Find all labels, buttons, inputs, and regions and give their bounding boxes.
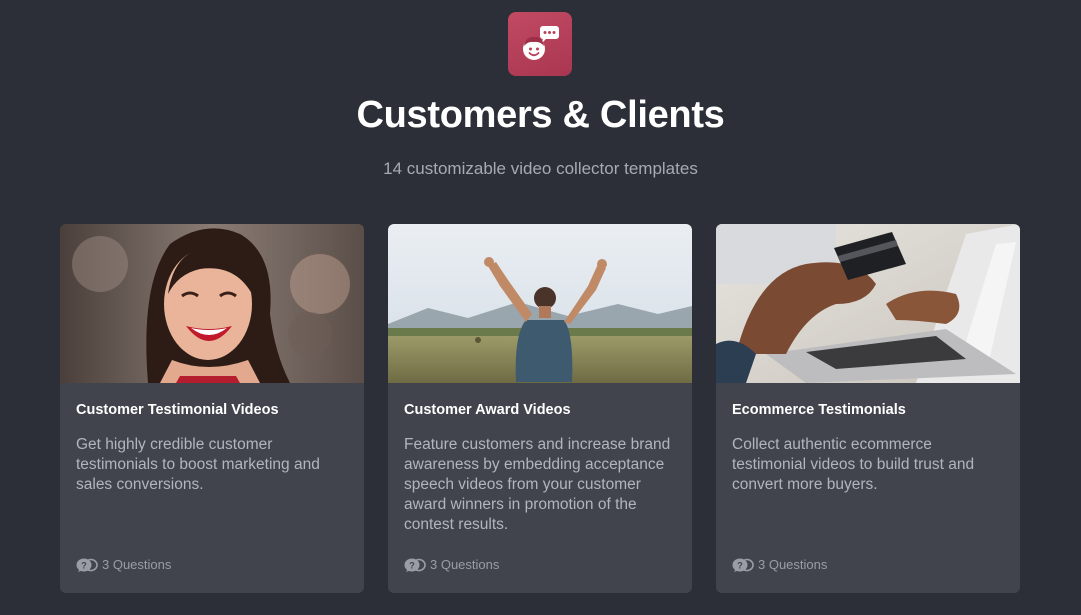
card-description: Feature customers and increase brand awa… bbox=[404, 436, 671, 533]
svg-text:?: ? bbox=[409, 560, 415, 570]
questions-icon: ? bbox=[732, 558, 754, 572]
svg-text:?: ? bbox=[737, 560, 743, 570]
questions-label: 3 Questions bbox=[758, 557, 828, 572]
credit-card-laptop-photo bbox=[716, 224, 1020, 383]
page-subtitle: 14 customizable video collector template… bbox=[383, 159, 698, 178]
templates-page: Customers & Clients 14 customizable vide… bbox=[0, 0, 1081, 615]
template-card-customer-testimonial[interactable]: Customer Testimonial Videos Get highly c… bbox=[60, 224, 364, 593]
template-card-ecommerce-testimonials[interactable]: Ecommerce Testimonials Collect authentic… bbox=[716, 224, 1020, 593]
card-question-count: ? 3 Questions bbox=[404, 557, 499, 572]
questions-icon: ? bbox=[404, 558, 426, 572]
questions-label: 3 Questions bbox=[102, 557, 172, 572]
card-description: Get highly credible customer testimonial… bbox=[76, 436, 320, 493]
card-question-count: ? 3 Questions bbox=[732, 557, 827, 572]
svg-text:?: ? bbox=[81, 560, 87, 570]
questions-icon: ? bbox=[76, 558, 98, 572]
card-title: Ecommerce Testimonials bbox=[732, 402, 906, 418]
smiling-woman-photo bbox=[60, 224, 364, 383]
card-question-count: ? 3 Questions bbox=[76, 557, 171, 572]
customer-chat-icon bbox=[508, 12, 572, 76]
page-title: Customers & Clients bbox=[356, 94, 725, 136]
card-description: Collect authentic ecommerce testimonial … bbox=[732, 436, 975, 493]
card-title: Customer Testimonial Videos bbox=[76, 402, 279, 418]
template-card-customer-award[interactable]: Customer Award Videos Feature customers … bbox=[388, 224, 692, 593]
card-title: Customer Award Videos bbox=[404, 402, 571, 418]
man-celebrating-field-photo bbox=[388, 224, 692, 383]
questions-label: 3 Questions bbox=[430, 557, 500, 572]
